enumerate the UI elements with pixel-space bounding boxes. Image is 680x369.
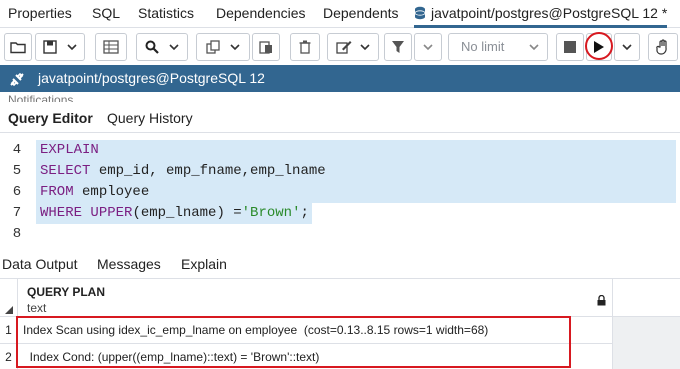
line-code: WHERE UPPER(emp_lname) ='Brown'; bbox=[40, 203, 309, 224]
editor-line: 6 FROM employee bbox=[0, 182, 680, 203]
line-number: 7 bbox=[12, 205, 22, 221]
edit-button[interactable] bbox=[327, 33, 379, 61]
lock-icon bbox=[597, 293, 606, 311]
execute-dropdown-button[interactable] bbox=[614, 33, 640, 61]
select-all-corner[interactable] bbox=[0, 279, 18, 317]
sql-keyword: WHERE bbox=[40, 205, 83, 221]
chevron-down-icon bbox=[360, 43, 370, 50]
row-limit-select[interactable]: No limit bbox=[448, 33, 548, 61]
stop-icon bbox=[564, 41, 576, 53]
stop-button[interactable] bbox=[556, 33, 584, 61]
chevron-down-icon bbox=[423, 43, 433, 50]
column-header-query-plan[interactable]: QUERY PLAN text bbox=[18, 279, 613, 317]
row-filler bbox=[613, 344, 680, 369]
paste-button[interactable] bbox=[252, 33, 280, 61]
sql-keyword: UPPER bbox=[90, 205, 133, 221]
sql-keyword: FROM bbox=[40, 184, 74, 200]
editor-tabs: Query Editor Query History bbox=[0, 104, 680, 133]
result-grid: QUERY PLAN text 1 Index Scan using idex_… bbox=[0, 278, 680, 369]
query-plan-cell[interactable]: Index Cond: (upper((emp_lname)::text) = … bbox=[18, 344, 613, 369]
row-filler bbox=[613, 317, 680, 344]
line-number: 5 bbox=[12, 163, 22, 179]
sql-editor[interactable]: 4 EXPLAIN 5 SELECT emp_id, emp_fname,emp… bbox=[0, 140, 680, 246]
floppy-disk-icon bbox=[43, 40, 57, 54]
tab-data-output[interactable]: Data Output bbox=[2, 253, 78, 275]
chevron-down-icon bbox=[529, 34, 539, 60]
sql-text: (emp_lname) = bbox=[132, 205, 242, 221]
execute-button[interactable] bbox=[586, 33, 612, 61]
delete-button[interactable] bbox=[290, 33, 320, 61]
tab-messages[interactable]: Messages bbox=[97, 253, 161, 275]
sql-text: ; bbox=[300, 205, 309, 221]
chevron-down-icon bbox=[169, 43, 179, 50]
tab-dependents[interactable]: Dependents bbox=[323, 0, 399, 28]
column-type: text bbox=[27, 301, 47, 315]
sql-string: 'Brown' bbox=[241, 205, 301, 221]
database-icon bbox=[414, 2, 426, 28]
sql-text: emp_id, emp_fname,emp_lname bbox=[90, 163, 326, 179]
paste-icon bbox=[259, 41, 272, 54]
corner-triangle-icon bbox=[5, 306, 13, 314]
output-tabs: Data Output Messages Explain bbox=[0, 253, 680, 277]
tab-query-tool-label: javatpoint/postgres@PostgreSQL 12 * bbox=[431, 5, 668, 21]
tab-query-editor[interactable]: Query Editor bbox=[8, 104, 93, 133]
editor-line: 8 bbox=[0, 224, 680, 245]
tab-properties[interactable]: Properties bbox=[8, 0, 72, 28]
filter-icon bbox=[392, 41, 404, 53]
copy-button[interactable] bbox=[196, 33, 250, 61]
tab-query-history[interactable]: Query History bbox=[107, 104, 193, 133]
connection-label: javatpoint/postgres@PostgreSQL 12 bbox=[38, 70, 265, 86]
tab-sql[interactable]: SQL bbox=[92, 0, 120, 28]
tab-query-tool[interactable]: javatpoint/postgres@PostgreSQL 12 * bbox=[414, 0, 668, 28]
trash-icon bbox=[299, 40, 311, 54]
play-icon bbox=[594, 41, 604, 53]
hand-icon bbox=[656, 39, 667, 55]
row-number: 1 bbox=[0, 317, 18, 344]
filter-button[interactable] bbox=[384, 33, 412, 61]
line-code: FROM employee bbox=[40, 182, 149, 203]
panel-tabs: Properties SQL Statistics Dependencies D… bbox=[0, 0, 680, 28]
open-file-button[interactable] bbox=[4, 33, 32, 61]
line-number: 6 bbox=[12, 184, 22, 200]
editor-line: 7 WHERE UPPER(emp_lname) ='Brown'; bbox=[0, 203, 680, 224]
column-name: QUERY PLAN bbox=[27, 285, 106, 299]
sql-keyword: SELECT bbox=[40, 163, 91, 179]
chevron-down-icon bbox=[230, 43, 240, 50]
search-icon bbox=[145, 40, 159, 54]
editor-line: 4 EXPLAIN bbox=[0, 140, 680, 161]
tab-explain[interactable]: Explain bbox=[181, 253, 227, 275]
editor-line: 5 SELECT emp_id, emp_fname,emp_lname bbox=[0, 161, 680, 182]
line-code: SELECT emp_id, emp_fname,emp_lname bbox=[40, 161, 326, 182]
table-row[interactable]: 1 Index Scan using idex_ic_emp_lname on … bbox=[0, 317, 680, 344]
line-code: EXPLAIN bbox=[40, 140, 99, 161]
tab-statistics[interactable]: Statistics bbox=[138, 0, 194, 28]
hand-button[interactable] bbox=[648, 33, 678, 61]
notifications-label: Notifications bbox=[8, 94, 74, 102]
find-button[interactable] bbox=[136, 33, 188, 61]
selection-highlight bbox=[36, 140, 676, 161]
query-plan-cell[interactable]: Index Scan using idex_ic_emp_lname on em… bbox=[18, 317, 613, 344]
row-number: 2 bbox=[0, 344, 18, 369]
edit-icon bbox=[336, 41, 352, 54]
copy-icon bbox=[206, 40, 220, 54]
chevron-down-icon bbox=[67, 43, 77, 50]
table-row[interactable]: 2 Index Cond: (upper((emp_lname)::text) … bbox=[0, 344, 680, 369]
folder-icon bbox=[10, 42, 26, 54]
table-view-button[interactable] bbox=[95, 33, 127, 61]
chevron-down-icon bbox=[622, 43, 632, 50]
save-button[interactable] bbox=[35, 33, 85, 61]
line-number: 4 bbox=[12, 142, 22, 158]
tab-dependencies[interactable]: Dependencies bbox=[216, 0, 306, 28]
table-icon bbox=[103, 40, 119, 54]
sql-keyword: EXPLAIN bbox=[40, 142, 99, 158]
query-toolbar: No limit bbox=[0, 29, 680, 65]
filter-dropdown-button[interactable] bbox=[414, 33, 442, 61]
grid-header: QUERY PLAN text bbox=[0, 278, 680, 317]
connection-link-icon bbox=[8, 70, 26, 97]
line-number: 8 bbox=[12, 226, 22, 242]
sql-text: employee bbox=[73, 184, 150, 200]
row-limit-value: No limit bbox=[461, 39, 505, 54]
connection-bar[interactable]: javatpoint/postgres@PostgreSQL 12 bbox=[0, 65, 680, 92]
